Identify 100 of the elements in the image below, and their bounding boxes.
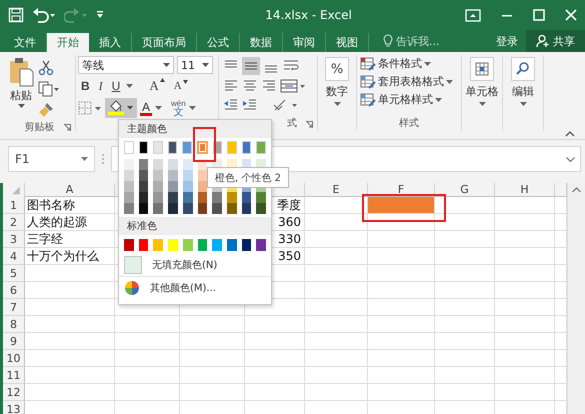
color-swatch[interactable] xyxy=(153,141,163,154)
bold-button[interactable]: B xyxy=(78,79,93,93)
color-swatch[interactable] xyxy=(138,192,148,203)
color-swatch[interactable] xyxy=(138,181,148,192)
color-swatch[interactable] xyxy=(182,170,193,181)
color-swatch[interactable] xyxy=(124,141,134,154)
color-swatch[interactable] xyxy=(153,239,164,251)
color-swatch[interactable] xyxy=(256,141,266,154)
color-swatch[interactable] xyxy=(124,181,134,192)
drag-handle-icon[interactable] xyxy=(101,153,105,165)
styles-menu-button[interactable]: 套用表格格式 xyxy=(360,74,458,89)
color-swatch[interactable] xyxy=(256,192,266,203)
phonetic-guide-button[interactable]: wén 文 xyxy=(165,99,186,117)
color-swatch[interactable] xyxy=(153,170,164,181)
color-swatch[interactable] xyxy=(198,203,208,214)
orientation-icon[interactable] xyxy=(272,97,298,113)
row-header[interactable]: 1 xyxy=(3,197,25,214)
color-swatch[interactable] xyxy=(182,159,193,170)
row-header[interactable]: 10 xyxy=(3,350,25,367)
copy-icon[interactable] xyxy=(38,81,60,97)
color-swatch[interactable] xyxy=(168,170,178,181)
color-swatch[interactable] xyxy=(168,239,178,251)
customize-caret-icon[interactable] xyxy=(96,10,104,20)
color-swatch[interactable] xyxy=(168,159,178,170)
column-header[interactable]: A xyxy=(25,183,115,197)
maximize-icon[interactable] xyxy=(533,9,545,21)
color-swatch[interactable] xyxy=(138,203,148,214)
color-swatch[interactable] xyxy=(124,239,134,251)
collapse-ribbon-icon[interactable] xyxy=(565,131,575,137)
color-swatch[interactable] xyxy=(138,239,148,251)
caret-icon[interactable] xyxy=(334,102,340,106)
color-swatch[interactable] xyxy=(138,141,148,154)
grow-font-button[interactable]: A xyxy=(146,78,168,94)
shrink-font-button[interactable]: A xyxy=(170,80,191,92)
tell-me-field[interactable]: 告诉我... xyxy=(383,30,440,52)
color-swatch[interactable] xyxy=(138,159,148,170)
row-header[interactable]: 12 xyxy=(3,384,25,401)
editing-button[interactable]: 编辑 xyxy=(512,84,534,99)
scroll-up-icon[interactable] xyxy=(572,187,581,193)
color-swatch[interactable] xyxy=(226,192,237,203)
color-swatch[interactable] xyxy=(196,141,208,154)
italic-button[interactable]: I xyxy=(96,78,106,94)
number-button[interactable]: 数字 xyxy=(326,84,348,99)
color-swatch[interactable] xyxy=(226,239,237,251)
font-size-field[interactable]: 11 xyxy=(177,56,213,74)
paste-button[interactable]: 粘贴 xyxy=(8,57,34,118)
styles-menu-button[interactable]: 单元格样式 xyxy=(360,92,458,107)
color-swatch[interactable] xyxy=(153,203,164,214)
color-swatch[interactable] xyxy=(198,181,208,192)
scissors-icon[interactable] xyxy=(38,60,54,76)
color-swatch[interactable] xyxy=(182,239,193,251)
color-swatch[interactable] xyxy=(212,141,222,154)
color-swatch[interactable] xyxy=(182,141,192,154)
row-header[interactable]: 5 xyxy=(3,265,25,282)
styles-menu-button[interactable]: 条件格式 xyxy=(360,56,458,71)
row-header[interactable]: 2 xyxy=(3,214,25,231)
column-header[interactable]: H xyxy=(495,183,555,197)
more-colors-menu-item[interactable]: 其他颜色(M)... xyxy=(119,277,271,299)
caret-icon[interactable] xyxy=(155,106,162,110)
color-swatch[interactable] xyxy=(198,192,208,203)
color-swatch[interactable] xyxy=(168,141,178,154)
cells-icon[interactable] xyxy=(470,57,494,81)
row-header[interactable]: 13 xyxy=(3,401,25,414)
color-swatch[interactable] xyxy=(256,203,266,214)
row-header[interactable]: 6 xyxy=(3,282,25,299)
color-swatch[interactable] xyxy=(182,181,193,192)
color-swatch[interactable] xyxy=(227,141,237,154)
name-box[interactable]: F1 xyxy=(8,146,95,172)
align-middle-icon[interactable] xyxy=(242,57,260,75)
dialog-launcher-icon[interactable] xyxy=(306,121,313,128)
save-icon[interactable] xyxy=(8,7,24,23)
color-swatch[interactable] xyxy=(242,239,252,251)
color-swatch[interactable] xyxy=(242,192,252,203)
merge-cells-icon[interactable] xyxy=(280,78,306,94)
caret-icon[interactable] xyxy=(188,106,196,110)
sign-in-link[interactable]: 登录 xyxy=(488,30,526,52)
color-swatch[interactable] xyxy=(124,159,134,170)
row-header[interactable]: 4 xyxy=(3,248,25,265)
row-header[interactable]: 7 xyxy=(3,299,25,316)
ribbon-display-icon[interactable] xyxy=(465,8,481,22)
color-swatch[interactable] xyxy=(124,203,134,214)
no-fill-menu-item[interactable]: 无填充颜色(N) xyxy=(119,254,271,277)
row-header[interactable]: 11 xyxy=(3,367,25,384)
color-swatch[interactable] xyxy=(182,192,193,203)
color-swatch[interactable] xyxy=(153,159,164,170)
color-swatch[interactable] xyxy=(153,192,164,203)
expand-icon[interactable] xyxy=(566,156,575,162)
color-swatch[interactable] xyxy=(198,239,208,251)
color-swatch[interactable] xyxy=(212,203,222,214)
ribbon-tab[interactable]: 开始 xyxy=(47,33,89,52)
color-swatch[interactable] xyxy=(124,192,134,203)
percent-box[interactable]: % xyxy=(325,57,349,81)
underline-button[interactable]: U xyxy=(108,79,124,93)
paintbrush-icon[interactable] xyxy=(38,102,54,118)
undo-icon[interactable] xyxy=(32,7,56,23)
row-header[interactable]: 8 xyxy=(3,316,25,333)
search-icon[interactable] xyxy=(511,57,535,81)
caret-icon[interactable] xyxy=(126,84,134,88)
color-swatch[interactable] xyxy=(198,170,208,181)
caret-icon[interactable] xyxy=(520,102,526,106)
